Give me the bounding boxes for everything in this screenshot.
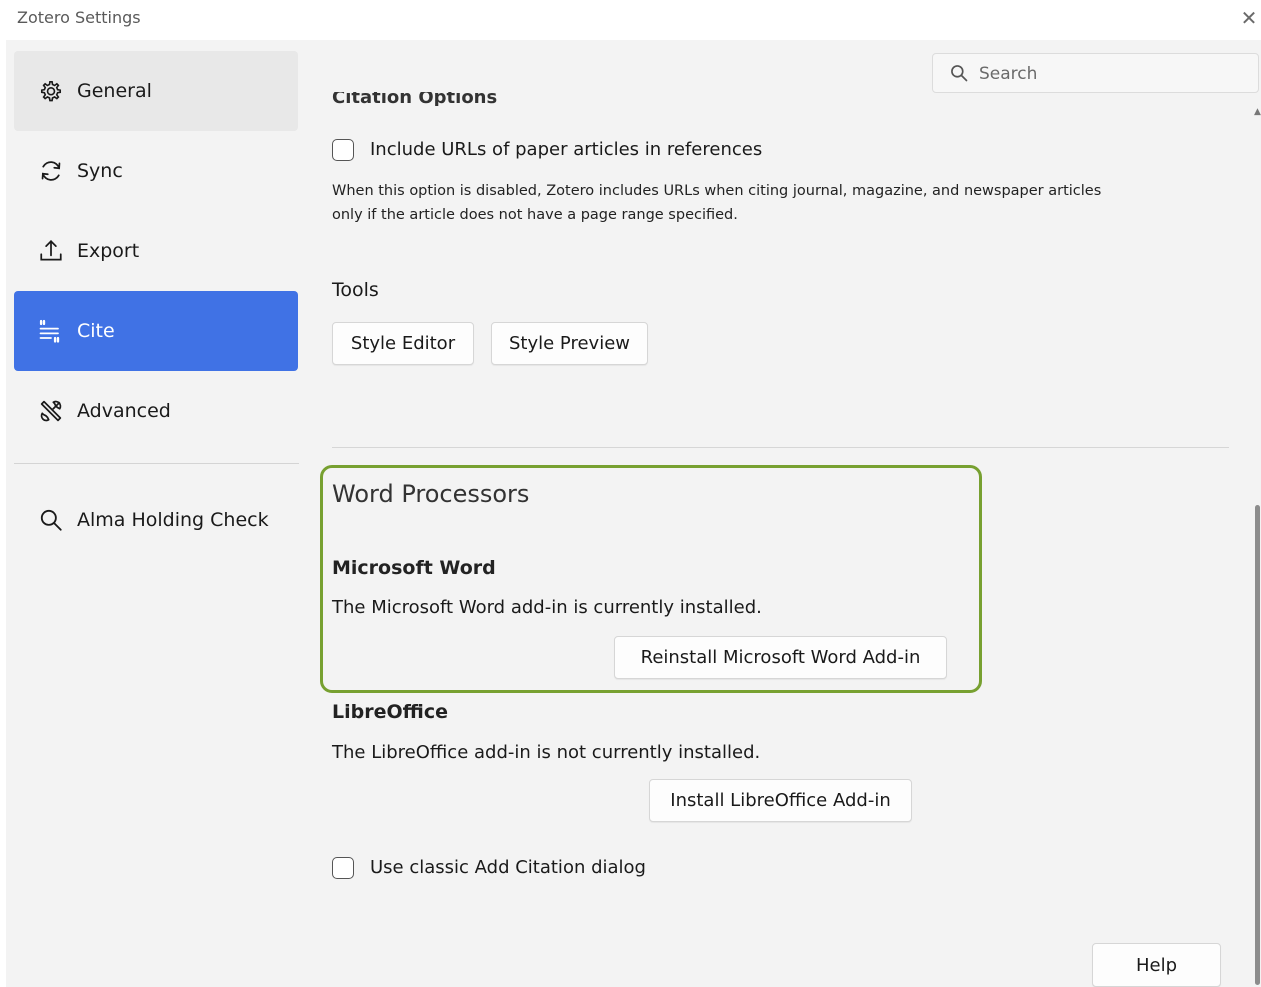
help-button[interactable]: Help: [1092, 943, 1221, 987]
tools-icon: [36, 396, 66, 426]
search-icon: [36, 505, 66, 535]
settings-window: General Sync Export Cite Advanced Alma H…: [6, 40, 1261, 987]
sidebar-item-label: Export: [77, 240, 140, 262]
word-processors-heading: Word Processors: [332, 480, 530, 508]
microsoft-word-heading: Microsoft Word: [332, 557, 496, 579]
include-urls-checkbox[interactable]: [332, 139, 354, 161]
reinstall-word-addin-button[interactable]: Reinstall Microsoft Word Add-in: [614, 636, 947, 679]
sidebar-item-general[interactable]: General: [14, 51, 298, 131]
sidebar-item-label: Alma Holding Check: [77, 509, 269, 531]
sidebar-item-advanced[interactable]: Advanced: [14, 371, 298, 451]
classic-dialog-label: Use classic Add Citation dialog: [370, 857, 646, 878]
install-libreoffice-addin-button[interactable]: Install LibreOffice Add-in: [649, 779, 912, 822]
include-urls-description: only if the article does not have a page…: [332, 207, 738, 223]
search-field[interactable]: [932, 53, 1259, 93]
style-preview-button[interactable]: Style Preview: [491, 322, 648, 365]
sidebar-item-alma-holding-check[interactable]: Alma Holding Check: [14, 480, 272, 560]
microsoft-word-status: The Microsoft Word add-in is currently i…: [332, 597, 762, 618]
sidebar-item-cite[interactable]: Cite: [14, 291, 298, 371]
cite-icon: [36, 316, 66, 346]
sidebar-item-sync[interactable]: Sync: [14, 131, 298, 211]
section-divider: [332, 447, 1229, 448]
sidebar-item-label: Advanced: [77, 400, 171, 422]
gear-icon: [36, 76, 66, 106]
sidebar-item-export[interactable]: Export: [14, 211, 298, 291]
title-bar: Zotero Settings ✕: [0, 0, 1261, 40]
export-icon: [36, 236, 66, 266]
sync-icon: [36, 156, 66, 186]
libreoffice-heading: LibreOffice: [332, 701, 448, 723]
scrollbar-thumb[interactable]: [1255, 505, 1260, 985]
search-input[interactable]: [977, 60, 1251, 88]
sidebar-item-label: General: [77, 80, 152, 102]
scroll-up-arrow[interactable]: ▲: [1254, 108, 1261, 117]
sidebar-divider: [14, 463, 299, 464]
sidebar-item-label: Sync: [77, 160, 123, 182]
citation-options-heading: Citation Options: [332, 92, 498, 106]
search-icon: [949, 63, 969, 83]
libreoffice-status: The LibreOffice add-in is not currently …: [332, 742, 761, 763]
include-urls-description: When this option is disabled, Zotero inc…: [332, 183, 1102, 199]
close-button[interactable]: ✕: [1238, 4, 1260, 32]
style-editor-button[interactable]: Style Editor: [332, 322, 474, 365]
tools-heading: Tools: [332, 279, 379, 301]
sidebar-item-label: Cite: [77, 320, 115, 342]
include-urls-label: Include URLs of paper articles in refere…: [370, 139, 763, 160]
classic-dialog-checkbox[interactable]: [332, 857, 354, 879]
window-title: Zotero Settings: [17, 8, 141, 27]
